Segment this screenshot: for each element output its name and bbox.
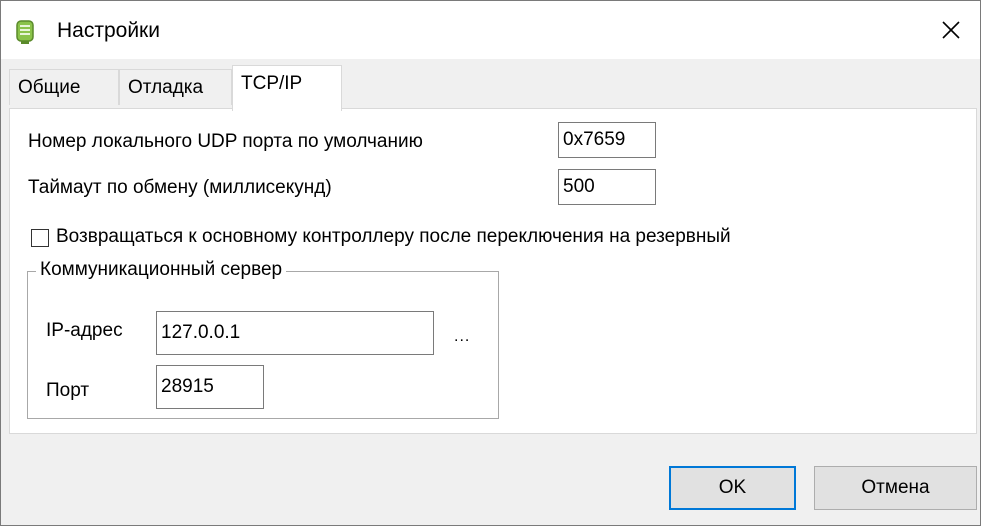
tab-debug[interactable]: Отладка bbox=[119, 69, 232, 105]
browse-button[interactable]: ... bbox=[454, 328, 470, 346]
timeout-label: Таймаут по обмену (миллисекунд) bbox=[28, 177, 332, 198]
tab-general[interactable]: Общие bbox=[9, 69, 119, 105]
ok-button[interactable]: OK bbox=[669, 466, 796, 510]
timeout-input[interactable] bbox=[558, 169, 656, 205]
app-icon bbox=[16, 20, 34, 44]
settings-dialog: Настройки Общие Отладка TCP/IP Номер лок… bbox=[0, 0, 981, 526]
close-button[interactable] bbox=[922, 1, 980, 59]
cancel-button[interactable]: Отмена bbox=[814, 466, 977, 510]
port-input[interactable] bbox=[156, 365, 264, 409]
port-label: Порт bbox=[46, 380, 90, 401]
ip-address-label: IP-адрес bbox=[46, 320, 123, 341]
ip-address-input[interactable] bbox=[156, 311, 434, 355]
fallback-checkbox-label[interactable]: Возвращаться к основному контроллеру пос… bbox=[56, 226, 731, 248]
close-icon bbox=[942, 21, 960, 39]
udp-port-input[interactable] bbox=[558, 122, 656, 158]
comm-server-group: Коммуникационный сервер IP-адрес ... Пор… bbox=[27, 259, 499, 419]
tab-tcpip[interactable]: TCP/IP bbox=[232, 65, 342, 111]
title-bar[interactable]: Настройки bbox=[1, 1, 980, 59]
tcpip-panel: Номер локального UDP порта по умолчанию … bbox=[9, 108, 977, 434]
comm-server-group-label: Коммуникационный сервер bbox=[36, 259, 287, 281]
window-title: Настройки bbox=[57, 19, 160, 42]
fallback-checkbox[interactable] bbox=[31, 229, 49, 247]
udp-port-label: Номер локального UDP порта по умолчанию bbox=[28, 131, 423, 152]
